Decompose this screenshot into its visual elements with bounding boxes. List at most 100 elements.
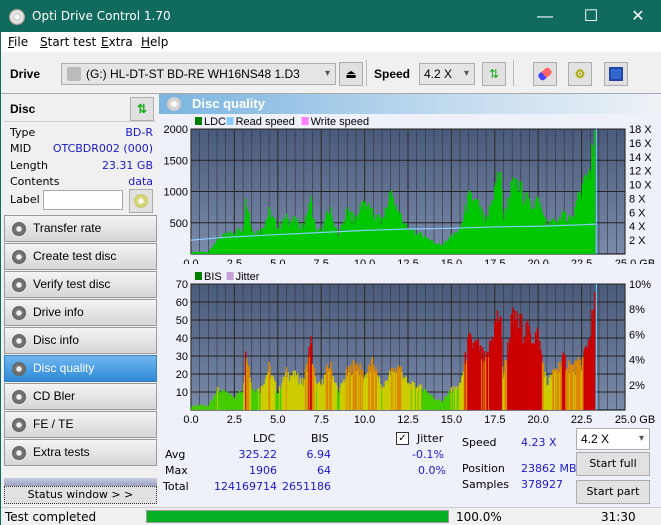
legend-label: LDC	[204, 116, 226, 128]
menu-bar: File Start test Extra Help	[1, 32, 661, 52]
nav-create-test-disc[interactable]: Create test disc	[4, 243, 157, 270]
close-button[interactable]: ✕	[615, 1, 661, 32]
speed-label: Speed	[374, 67, 411, 81]
save-button[interactable]	[604, 62, 628, 86]
disc-refresh-button[interactable]: ⇅	[130, 97, 154, 121]
x-tick-label: 5.0	[270, 414, 285, 426]
avg-label: Avg	[165, 448, 186, 461]
progress-bar	[146, 510, 449, 523]
cd-icon	[134, 194, 148, 208]
y-tick-label: 40	[176, 333, 188, 345]
nav-label: Extra tests	[33, 445, 90, 459]
test-speed-select[interactable]: 4.2 X ▾	[576, 428, 650, 450]
ldc-chart: LDC Read speed Write speed5001000150020000…	[164, 116, 656, 264]
refresh-button[interactable]: ⇅	[482, 62, 506, 86]
start-full-button[interactable]: Start full	[576, 452, 650, 476]
legend-swatch	[301, 117, 309, 125]
start-part-button[interactable]: Start part	[576, 480, 650, 504]
y2-tick-label: 2%	[629, 380, 645, 392]
speed-select[interactable]: 4.2 X ▾	[419, 63, 475, 85]
erase-button[interactable]	[533, 62, 557, 86]
y-tick-label: 20	[176, 369, 188, 381]
legend-label: Write speed	[311, 116, 370, 128]
disc-type-row: Type BD-R	[10, 126, 153, 139]
y-tick-label: 10	[176, 387, 188, 399]
swap-arrows-icon: ⇅	[488, 67, 500, 81]
drive-select[interactable]: (G:) HL-DT-ST BD-RE WH16NS48 1.D3 ▾	[61, 63, 336, 85]
menu-file[interactable]: File	[8, 35, 28, 49]
jitter-checkbox[interactable]: ✓	[396, 432, 409, 445]
jitter-avg: -0.1%	[412, 448, 444, 461]
nav-verify-test-disc[interactable]: Verify test disc	[4, 271, 157, 298]
y-tick-label: 500	[170, 218, 188, 230]
position-label: Position	[462, 462, 505, 475]
disc-icon	[12, 390, 26, 404]
window-title: Opti Drive Control 1.70	[32, 9, 171, 23]
y-tick-label: 1000	[164, 187, 188, 199]
panel-header: Disc quality	[159, 94, 661, 114]
disc-header: Disc ⇅	[4, 96, 156, 122]
drive-label: Drive	[10, 67, 41, 81]
x-tick-label: 17.5	[484, 414, 505, 426]
disc-icon	[12, 222, 26, 236]
gears-icon: ⚙	[574, 67, 586, 81]
x-tick-label: 0.0	[183, 414, 198, 426]
disc-mid-row: MID OTCBDR002 (000)	[10, 142, 153, 155]
max-label: Max	[165, 464, 188, 477]
nav-cd-bler[interactable]: CD Bler	[4, 383, 157, 410]
nav-extra-tests[interactable]: Extra tests	[4, 439, 157, 466]
y-tick-label: 60	[176, 297, 188, 309]
elapsed-time: 31:30	[601, 510, 636, 524]
col-bis-header: BIS	[311, 432, 329, 445]
status-window-button[interactable]: Status window > >	[4, 486, 157, 504]
progress-fill	[147, 511, 448, 522]
nav-label: FE / TE	[33, 417, 74, 431]
disc-icon	[12, 362, 26, 376]
y-tick-label: 30	[176, 351, 188, 363]
nav-label: Transfer rate	[33, 221, 102, 235]
floppy-icon	[609, 67, 623, 81]
y2-tick-label: 16 X	[629, 138, 652, 150]
menu-help[interactable]: Help	[141, 35, 168, 49]
legend-swatch	[226, 272, 234, 280]
title-bar: Opti Drive Control 1.70 — ☐ ✕	[1, 1, 661, 32]
chevron-down-icon: ▾	[324, 68, 330, 79]
nav-transfer-rate[interactable]: Transfer rate	[4, 215, 157, 242]
nav-label: Disc quality	[33, 361, 95, 375]
minimize-button[interactable]: —	[522, 1, 568, 32]
label-input[interactable]	[43, 190, 123, 210]
y2-tick-label: 8 X	[629, 193, 646, 205]
nav-disc-quality[interactable]: Disc quality	[4, 355, 157, 382]
settings-button[interactable]: ⚙	[568, 62, 592, 86]
status-text: Test completed	[5, 510, 97, 524]
nav-fe-te[interactable]: FE / TE	[4, 411, 157, 438]
legend-swatch	[195, 117, 202, 125]
disc-icon	[12, 250, 26, 264]
disc-icon	[12, 418, 26, 432]
menu-extra[interactable]: Extra	[101, 35, 133, 49]
app-disc-icon	[9, 9, 25, 25]
x-tick-label: 22.5	[571, 414, 592, 426]
total-ldc: 124169714	[214, 480, 277, 493]
disc-icon	[12, 306, 26, 320]
y2-tick-label: 10 X	[629, 180, 652, 192]
menu-start-test[interactable]: Start test	[40, 35, 96, 49]
jitter-label: Jitter	[417, 432, 444, 445]
speed-value: 4.23 X	[521, 436, 557, 449]
y2-tick-label: 6 X	[629, 207, 646, 219]
y2-tick-label: 12 X	[629, 166, 652, 178]
total-label: Total	[163, 480, 189, 493]
disc-icon	[12, 278, 26, 292]
eject-button[interactable]: ⏏	[339, 62, 363, 86]
nav-disc-info[interactable]: Disc info	[4, 327, 157, 354]
disc-label-button[interactable]	[129, 189, 153, 213]
maximize-button[interactable]: ☐	[568, 1, 614, 32]
jitter-max: 0.0%	[418, 464, 446, 477]
progress-text: 100.0%	[456, 510, 502, 524]
eraser-icon	[537, 66, 553, 82]
y2-tick-label: 4 X	[629, 221, 646, 233]
stats-panel: LDC BIS Avg Max Total 325.22 6.94 1906 6…	[159, 428, 661, 507]
nav-drive-info[interactable]: Drive info	[4, 299, 157, 326]
x-tick-label: 15.0	[441, 414, 462, 426]
chevron-down-icon: ▾	[638, 433, 644, 444]
